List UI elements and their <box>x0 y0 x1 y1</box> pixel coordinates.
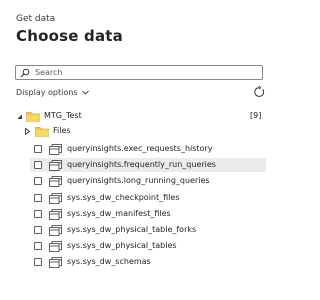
tree-node-label: MTG_Test <box>44 111 82 120</box>
table-icon <box>49 175 62 187</box>
table-checkbox[interactable] <box>34 242 42 250</box>
tree-node-files[interactable]: Files <box>24 124 224 138</box>
choose-data-dialog: Get data Choose data Search Display opti… <box>0 0 271 300</box>
table-icon <box>49 224 62 236</box>
folder-icon <box>35 126 49 137</box>
table-row[interactable]: queryinsights.frequently_run_queries <box>30 158 266 172</box>
search-input[interactable]: Search <box>15 65 263 80</box>
table-name-label: sys.sys_dw_physical_tables <box>67 241 177 250</box>
table-row[interactable]: sys.sys_dw_manifest_files <box>30 207 266 221</box>
table-icon <box>49 208 62 220</box>
table-icon <box>49 143 62 155</box>
table-row[interactable]: sys.sys_dw_physical_tables <box>30 239 266 253</box>
table-name-label: sys.sys_dw_manifest_files <box>67 209 171 218</box>
table-row[interactable]: queryinsights.long_running_queries <box>30 174 266 188</box>
table-name-label: sys.sys_dw_schemas <box>67 257 151 266</box>
collapsed-triangle-icon[interactable] <box>24 127 31 135</box>
folder-icon <box>26 111 40 122</box>
table-checkbox[interactable] <box>34 177 42 185</box>
table-row[interactable]: queryinsights.exec_requests_history <box>30 142 266 156</box>
table-checkbox[interactable] <box>34 258 42 266</box>
table-icon <box>49 240 62 252</box>
table-icon <box>49 256 62 268</box>
tree-node-root[interactable]: MTG_Test <box>16 109 246 123</box>
table-name-label: sys.sys_dw_physical_table_forks <box>67 225 197 234</box>
table-name-label: queryinsights.exec_requests_history <box>67 144 213 153</box>
table-row[interactable]: sys.sys_dw_physical_table_forks <box>30 223 266 237</box>
display-options-dropdown[interactable]: Display options <box>16 86 89 98</box>
table-name-label: sys.sys_dw_checkpoint_files <box>67 193 180 202</box>
dialog-subtitle: Get data <box>16 14 56 24</box>
search-icon <box>20 68 30 78</box>
table-name-label: queryinsights.frequently_run_queries <box>67 160 216 169</box>
table-row[interactable]: sys.sys_dw_schemas <box>30 255 266 269</box>
item-count-badge: [9] <box>250 111 262 120</box>
search-placeholder: Search <box>35 68 63 77</box>
chevron-down-icon <box>81 90 89 95</box>
refresh-icon[interactable] <box>253 86 265 98</box>
table-checkbox[interactable] <box>34 161 42 169</box>
table-checkbox[interactable] <box>34 194 42 202</box>
table-checkbox[interactable] <box>34 226 42 234</box>
dialog-title: Choose data <box>16 27 123 45</box>
tree-node-label: Files <box>53 126 71 135</box>
table-icon <box>49 159 62 171</box>
table-checkbox[interactable] <box>34 145 42 153</box>
table-row[interactable]: sys.sys_dw_checkpoint_files <box>30 191 266 205</box>
expanded-triangle-icon[interactable] <box>16 113 23 120</box>
table-icon <box>49 192 62 204</box>
table-checkbox[interactable] <box>34 210 42 218</box>
table-name-label: queryinsights.long_running_queries <box>67 176 210 185</box>
display-options-label: Display options <box>16 87 78 97</box>
